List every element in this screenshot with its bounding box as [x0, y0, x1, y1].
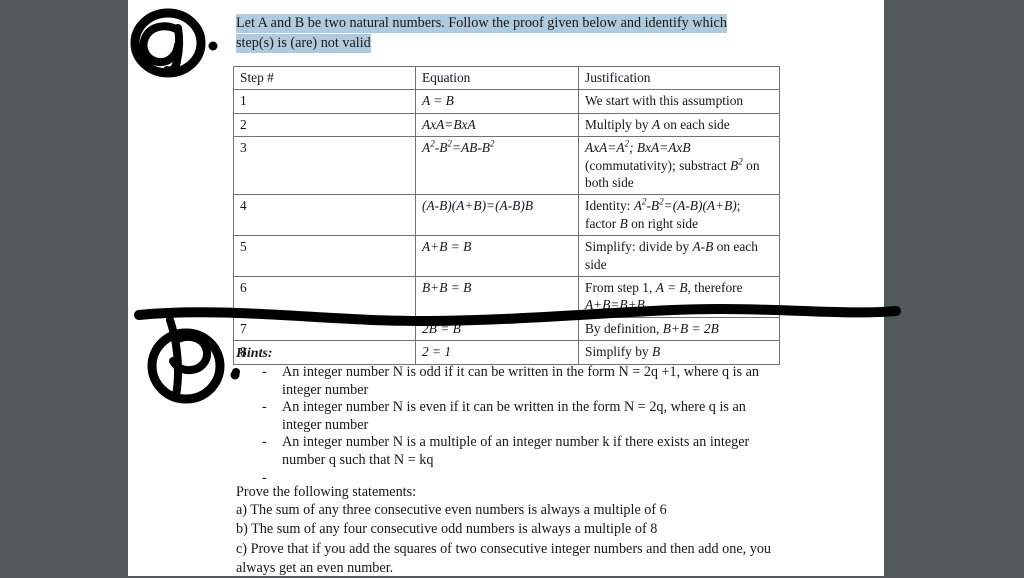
prompt-line-2: step(s) is (are) not valid — [236, 33, 371, 53]
list-item: - An integer number N is odd if it can b… — [236, 364, 788, 399]
table-row: 6 B+B = B From step 1, A = B, therefore … — [233, 276, 780, 318]
cell-justification: Simplify by B — [578, 340, 780, 365]
list-item: - An integer number N is even if it can … — [236, 399, 788, 434]
cell-equation: A+B = B — [415, 235, 579, 278]
cell-equation: 2B = B — [415, 316, 579, 342]
cell-step: 1 — [233, 89, 416, 114]
cell-equation: A2-B2=AB-B2 — [415, 136, 579, 196]
cell-justification: Identity: A2-B2=(A-B)(A+B); factor B on … — [578, 194, 780, 237]
cell-step: 4 — [233, 194, 416, 237]
cell-justification: Simplify: divide by A-B on each side — [578, 235, 780, 278]
hint-dash: - — [262, 399, 267, 416]
proof-table: Step # Equation Justification 1 A = B We… — [233, 65, 780, 365]
header-step: Step # — [233, 65, 416, 91]
hint-dash: - — [262, 434, 267, 451]
hints-title: Hints: — [236, 346, 273, 361]
cell-step: 2 — [233, 112, 416, 138]
hint-text: An integer number N is odd if it can be … — [282, 364, 759, 398]
prompt-line-1: Let A and B be two natural numbers. Foll… — [236, 14, 727, 33]
cell-justification: AxA=A2; BxA=AxB (commutativity); substra… — [578, 136, 780, 196]
table-row: 4 (A-B)(A+B)=(A-B)B Identity: A2-B2=(A-B… — [233, 194, 780, 237]
question-prompt: Let A and B be two natural numbers. Foll… — [236, 14, 764, 53]
statement-c: c) Prove that if you add the squares of … — [236, 540, 772, 576]
hint-bullet-icon — [232, 368, 240, 376]
cell-step: 6 — [233, 276, 416, 318]
table-header-row: Step # Equation Justification — [233, 65, 780, 91]
statement-b: b) The sum of any four consecutive odd n… — [236, 521, 658, 538]
cell-justification: By definition, B+B = 2B — [578, 316, 780, 342]
header-equation: Equation — [415, 65, 579, 91]
cell-justification: We start with this assumption — [578, 89, 780, 114]
cell-equation: (A-B)(A+B)=(A-B)B — [415, 194, 579, 237]
cell-equation: B+B = B — [415, 276, 579, 318]
table-row: 2 AxA=BxA Multiply by A on each side — [233, 112, 780, 138]
document-page: Let A and B be two natural numbers. Foll… — [128, 0, 884, 576]
table-row: 3 A2-B2=AB-B2 AxA=A2; BxA=AxB (commutati… — [233, 136, 780, 196]
screenshot-viewport: Let A and B be two natural numbers. Foll… — [0, 0, 1024, 576]
cell-equation: 2 = 1 — [415, 340, 579, 365]
cell-justification: From step 1, A = B, therefore A+B=B+B — [578, 276, 780, 318]
table-row: 1 A = B We start with this assumption — [233, 89, 780, 114]
hints-list: - An integer number N is odd if it can b… — [236, 364, 788, 487]
statements-list: a) The sum of any three consecutive even… — [236, 501, 796, 578]
cell-equation: AxA=BxA — [415, 112, 579, 138]
prove-intro: Prove the following statements: — [236, 484, 417, 500]
cell-step: 3 — [233, 136, 416, 196]
cell-step: 5 — [233, 235, 416, 278]
hint-dash: - — [262, 364, 267, 380]
table-row: 8 2 = 1 Simplify by B — [233, 340, 780, 365]
list-item: - An integer number N is a multiple of a… — [236, 434, 788, 469]
header-justification: Justification — [578, 65, 780, 91]
cell-step: 7 — [233, 316, 416, 342]
cell-equation: A = B — [415, 89, 579, 114]
hint-text: An integer number N is even if it can be… — [282, 399, 746, 433]
hint-text: An integer number N is a multiple of an … — [282, 434, 750, 468]
statement-a: a) The sum of any three consecutive even… — [236, 502, 667, 518]
table-row: 5 A+B = B Simplify: divide by A-B on eac… — [233, 235, 780, 278]
cell-justification: Multiply by A on each side — [578, 112, 780, 138]
table-row: 7 2B = B By definition, B+B = 2B — [233, 316, 780, 342]
